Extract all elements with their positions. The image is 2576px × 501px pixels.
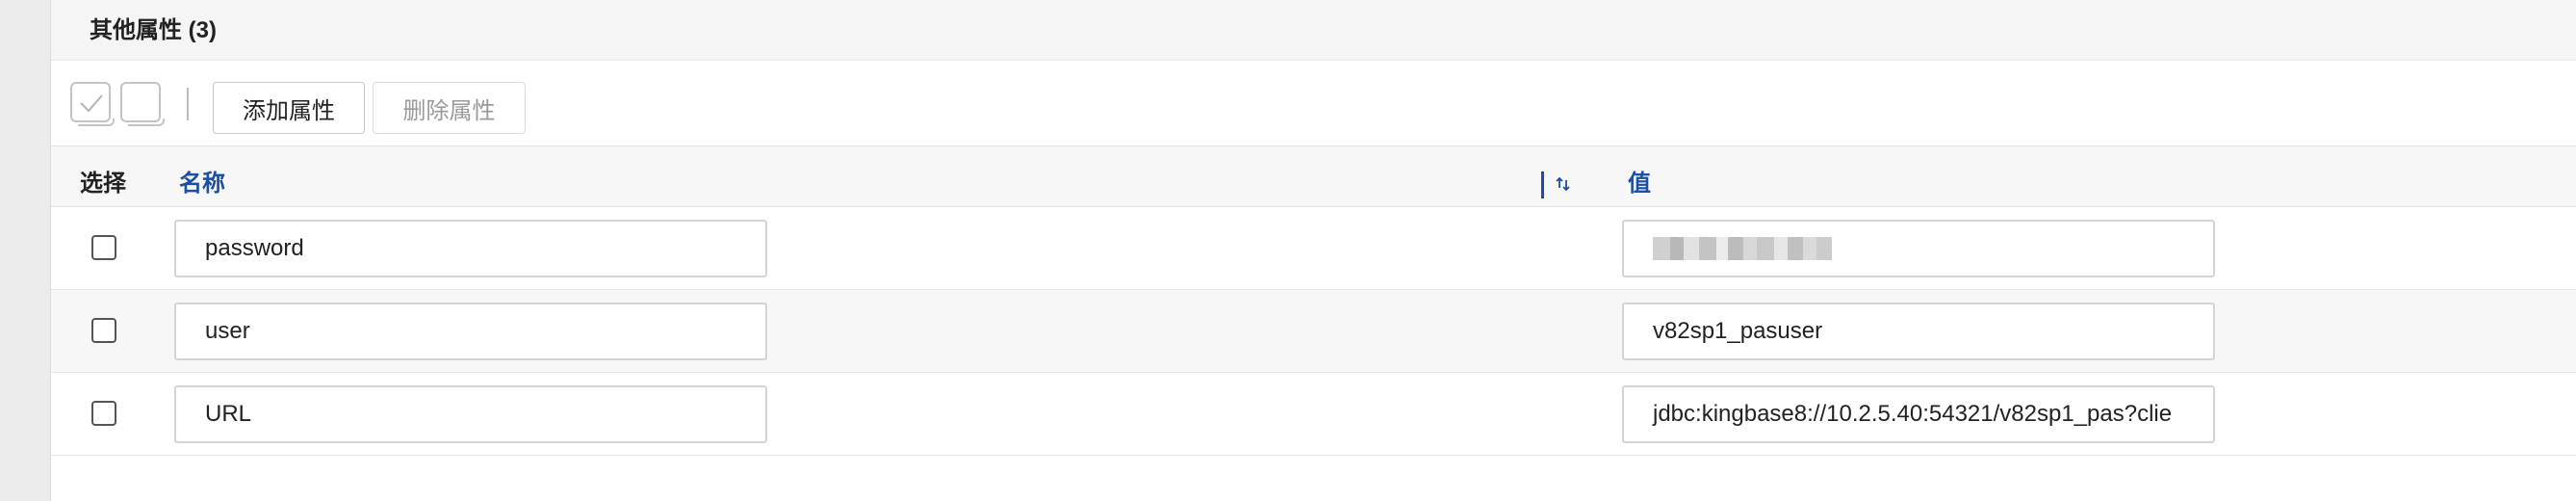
section-header[interactable]: 其他属性 (3) xyxy=(51,0,2576,61)
checkbox-shadow xyxy=(128,119,165,126)
deselect-all-checkbox[interactable] xyxy=(120,82,165,126)
toolbar-divider xyxy=(187,88,189,120)
select-controls xyxy=(70,80,167,128)
select-all-checkbox[interactable] xyxy=(70,82,115,126)
checkbox-shadow xyxy=(78,119,115,126)
toolbar: 添加属性 删除属性 xyxy=(51,61,2576,145)
table-row: user v82sp1_pasuser xyxy=(51,290,2576,373)
checkbox-checked-icon xyxy=(80,94,103,113)
table-header: 选择 名称 值 xyxy=(51,145,2576,207)
row-checkbox[interactable] xyxy=(91,401,116,426)
add-property-button[interactable]: 添加属性 xyxy=(213,82,365,134)
section-title: 其他属性 (3) xyxy=(90,17,217,43)
other-properties-panel: 其他属性 (3) 添加属性 删除属性 选择 名称 值 password user… xyxy=(51,0,2576,501)
property-value-input[interactable]: v82sp1_pasuser xyxy=(1622,303,2215,360)
table-row: password xyxy=(51,207,2576,290)
property-name-input[interactable]: URL xyxy=(174,385,767,443)
masked-value-blur xyxy=(1653,237,1832,260)
column-header-select: 选择 xyxy=(80,171,126,197)
property-value-input[interactable]: jdbc:kingbase8://10.2.5.40:54321/v82sp1_… xyxy=(1622,385,2215,443)
row-checkbox[interactable] xyxy=(91,318,116,343)
column-header-name[interactable]: 名称 xyxy=(179,164,225,198)
table-row: URL jdbc:kingbase8://10.2.5.40:54321/v82… xyxy=(51,373,2576,456)
column-header-value[interactable]: 值 xyxy=(1628,164,1651,198)
column-resize-handle[interactable] xyxy=(1541,171,1544,198)
property-name-input[interactable]: password xyxy=(174,220,767,277)
left-sidebar-strip xyxy=(0,0,51,501)
row-checkbox[interactable] xyxy=(91,235,116,260)
property-name-input[interactable]: user xyxy=(174,303,767,360)
sort-arrows-icon[interactable] xyxy=(1555,175,1572,193)
property-value-input-masked[interactable] xyxy=(1622,220,2215,277)
delete-property-button[interactable]: 删除属性 xyxy=(373,82,526,134)
